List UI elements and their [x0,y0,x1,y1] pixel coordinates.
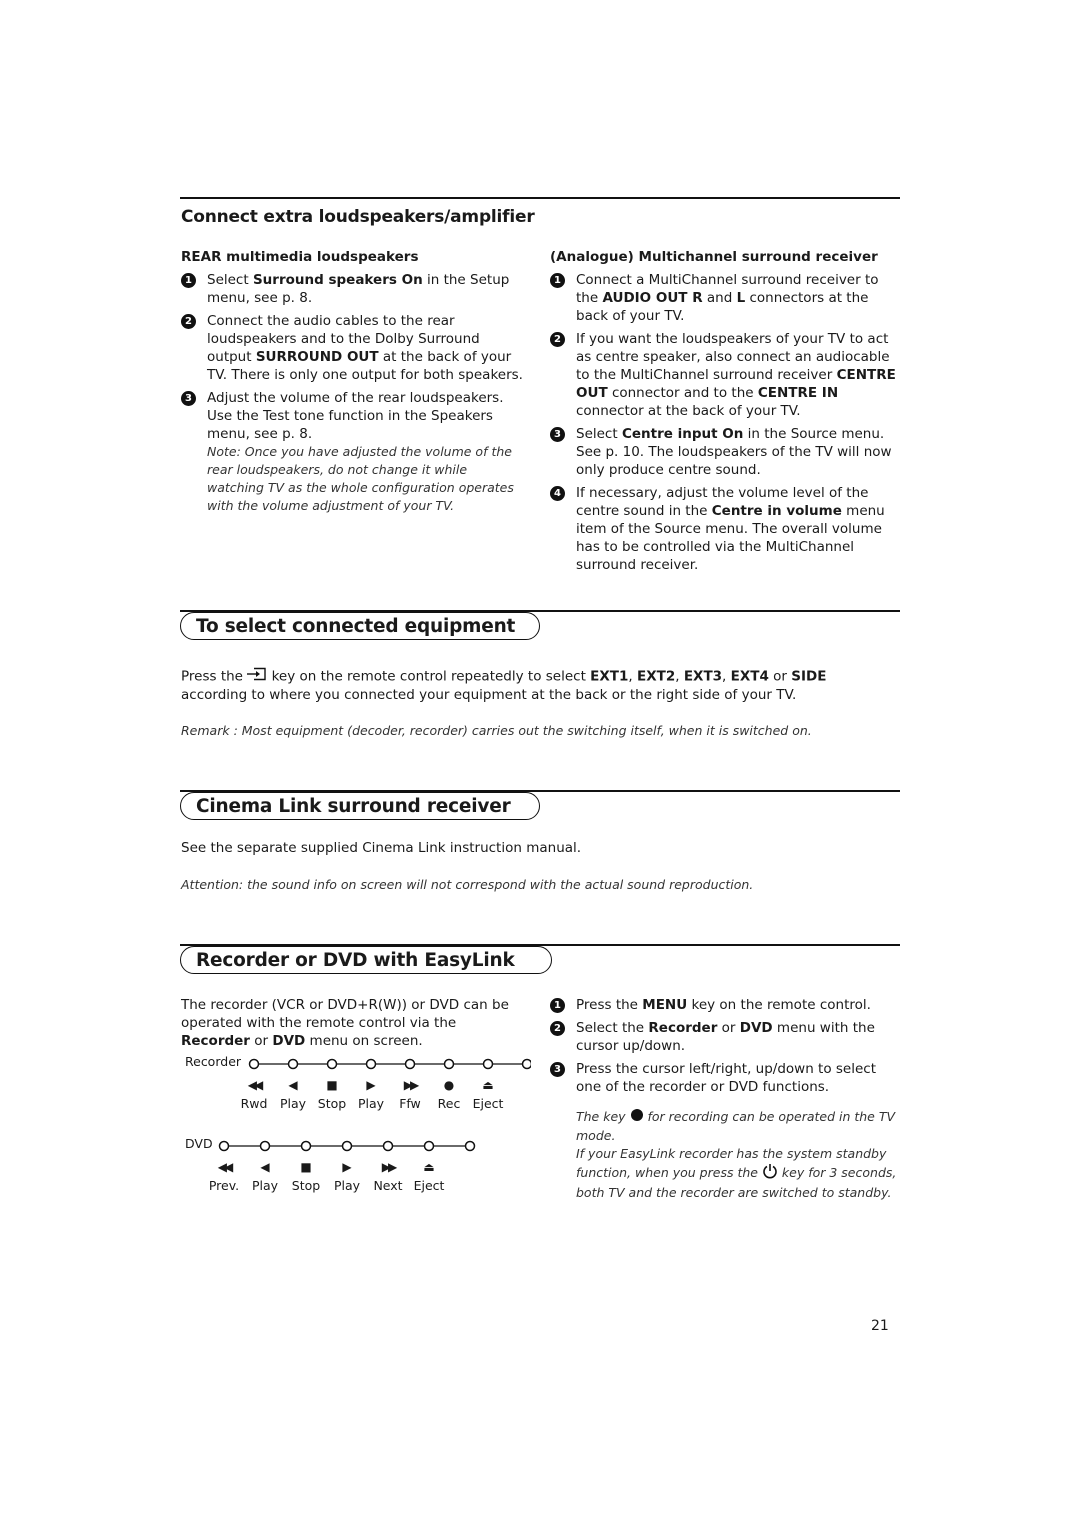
button-label: Play [251,1178,279,1193]
connector-node [259,1140,271,1152]
subsection-heading: REAR multimedia loudspeakers [181,249,419,265]
standby-power-icon [762,1163,778,1184]
section-title: Recorder or DVD with EasyLink [180,946,552,974]
step-number-icon: 1 [181,273,196,288]
step-item: 2 Connect the audio cables to the rear l… [181,312,526,384]
connector-node [423,1140,435,1152]
connector-node [341,1140,353,1152]
step-number-icon: 4 [550,486,565,501]
section-rule [180,197,900,199]
easylink-note: The key for recording can be operated in… [576,1108,897,1200]
easylink-steps: 1 Press the MENU key on the remote contr… [550,996,900,1096]
record-icon [630,1108,644,1127]
section-title: Cinema Link surround receiver [180,792,540,820]
step-item: 1 Select Surround speakers On in the Set… [181,271,526,307]
connector-node [443,1058,455,1070]
step-item: 1 Connect a MultiChannel surround receiv… [550,271,900,325]
button-label: Next [373,1178,403,1193]
play-reverse-icon: ◀ [260,1160,270,1174]
button-label: Eject [413,1178,445,1193]
easylink-intro: The recorder (VCR or DVD+R(W)) or DVD ca… [181,997,509,1049]
step-item: 1 Press the MENU key on the remote contr… [550,996,900,1014]
step-number-icon: 1 [550,998,565,1013]
recorder-diagram: Recorder ◀◀ Rwd ◀ Play ■ Stop ▶ Play ▶▶ Ffw ● Rec ⏏ E… [181,1052,551,1117]
previous-icon: ◀◀ [217,1160,233,1174]
section-title: Connect extra loudspeakers/amplifier [181,207,535,227]
button-label: Play [279,1096,307,1111]
connector-line [218,1140,476,1152]
subsection-heading: (Analogue) Multichannel surround receive… [550,249,878,265]
connector-line [248,1058,531,1070]
step-number-icon: 3 [550,1062,565,1077]
step-item: 4 If necessary, adjust the volume level … [550,484,900,574]
button-label: Rec [437,1096,461,1111]
step-number-icon: 3 [550,427,565,442]
diagram-label: Recorder [185,1054,242,1069]
stop-icon: ■ [300,1160,312,1174]
button-label: Rwd [240,1096,268,1111]
select-equipment-text: Press the key on the remote control repe… [181,667,827,703]
page-number: 21 [871,1318,889,1334]
rear-speakers-column: REAR multimedia loudspeakers 1 Select Su… [181,249,526,520]
button-label: Stop [317,1096,347,1111]
source-input-icon [247,667,267,686]
step-item: 2 Select the Recorder or DVD menu with t… [550,1019,900,1055]
diagram-label: DVD [185,1136,213,1151]
connector-node [404,1058,416,1070]
record-icon: ● [443,1078,455,1092]
section-title: To select connected equipment [180,612,540,640]
connector-node [218,1140,230,1152]
button-label: Play [357,1096,385,1111]
button-label: Eject [472,1096,504,1111]
play-icon: ▶ [342,1160,352,1174]
note-text: Note: Once you have adjusted the volume … [207,444,514,513]
dvd-diagram: DVD ◀◀ Prev. ◀ Play ■ Stop ▶ Play ▶▶ Next ⏏ Eject [181,1134,551,1199]
next-icon: ▶▶ [381,1160,397,1174]
remark-text: Remark : Most equipment (decoder, record… [181,723,812,738]
connector-node [365,1058,377,1070]
connector-node [300,1140,312,1152]
rear-steps: 1 Select Surround speakers On in the Set… [181,271,526,515]
connector-node [326,1058,338,1070]
eject-icon: ⏏ [482,1078,494,1092]
button-label: Ffw [399,1096,421,1111]
play-reverse-icon: ◀ [288,1078,298,1092]
connector-node [521,1058,531,1070]
step-number-icon: 3 [181,391,196,406]
fast-forward-icon: ▶▶ [403,1078,419,1092]
step-item: 3 Adjust the volume of the rear loudspea… [181,389,526,515]
step-number-icon: 2 [550,332,565,347]
step-number-icon: 2 [550,1021,565,1036]
multichannel-column: (Analogue) Multichannel surround receive… [550,249,900,579]
cinema-link-text: See the separate supplied Cinema Link in… [181,840,582,856]
step-item: 3 Select Centre input On in the Source m… [550,425,900,479]
connector-node [382,1140,394,1152]
step-number-icon: 1 [550,273,565,288]
connector-node [248,1058,260,1070]
button-label: Prev. [208,1178,240,1193]
step-item: 3 Press the cursor left/right, up/down t… [550,1060,900,1096]
step-number-icon: 2 [181,314,196,329]
attention-text: Attention: the sound info on screen will… [181,877,754,892]
multichannel-steps: 1 Connect a MultiChannel surround receiv… [550,271,900,574]
connector-node [464,1140,476,1152]
step-item: 2 If you want the loudspeakers of your T… [550,330,900,420]
stop-icon: ■ [326,1078,338,1092]
easylink-steps-column: 1 Press the MENU key on the remote contr… [550,996,900,1202]
eject-icon: ⏏ [423,1160,435,1174]
connector-node [482,1058,494,1070]
rewind-icon: ◀◀ [247,1078,263,1092]
button-label: Play [333,1178,361,1193]
play-icon: ▶ [366,1078,376,1092]
connector-node [287,1058,299,1070]
button-label: Stop [291,1178,321,1193]
